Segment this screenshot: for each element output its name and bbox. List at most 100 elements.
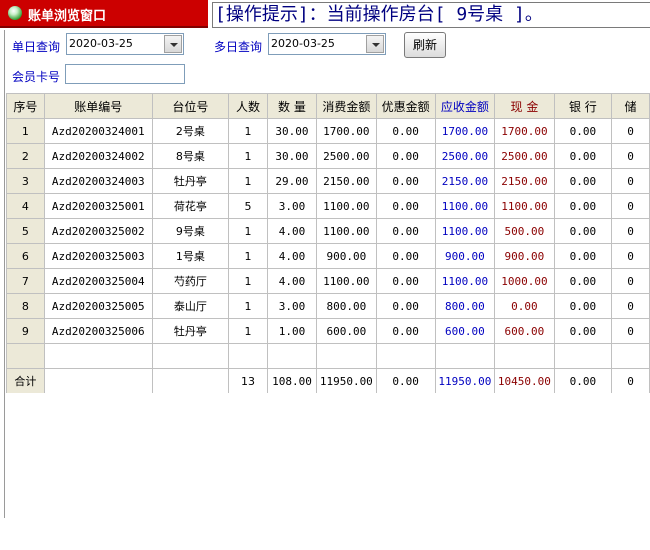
cell-quantity (266, 343, 318, 369)
cell-bank: 0.00 (553, 143, 613, 169)
table-header-row: 序号 账单编号 台位号 人数数 量消费金额 优惠金额 应收金额现 金银 行储 (6, 93, 650, 119)
member-card-input[interactable] (65, 64, 185, 84)
cell-bank: 0.00 (553, 368, 613, 393)
col-header-discount[interactable]: 优惠金额 (375, 93, 436, 119)
cell-receivable: 900.00 (434, 243, 496, 269)
total-row[interactable]: 合计 13 108.00 11950.00 0.00 11950.00 10450.00 0.… (6, 368, 650, 393)
table-row[interactable]: 6 Azd20200325003 1号桌 1 4.00 900.00 0.00 900.00 9… (6, 243, 650, 269)
chevron-down-icon[interactable] (366, 35, 384, 53)
cell-discount: 0.00 (375, 193, 436, 219)
cell-stored: 0 (611, 268, 650, 294)
table-row[interactable]: 9 Azd20200325006 牡丹亭 1 1.00 600.00 0.00 600.00 6… (6, 318, 650, 344)
cell-stored (611, 343, 650, 369)
cell-cash: 900.00 (494, 243, 555, 269)
cell-table-no: 泰山厅 (151, 293, 230, 319)
cell-index: 3 (6, 168, 45, 194)
col-header-quantity[interactable]: 数 量 (266, 93, 318, 119)
cell-quantity: 3.00 (266, 293, 318, 319)
app-icon (8, 6, 22, 20)
single-day-date-picker[interactable]: 2020-03-25 (66, 33, 184, 55)
cell-bill-no (43, 368, 153, 393)
cell-receivable: 800.00 (434, 293, 496, 319)
cell-guests: 1 (228, 293, 268, 319)
cell-index: 6 (6, 243, 45, 269)
cell-stored: 0 (611, 293, 650, 319)
cell-stored: 0 (611, 243, 650, 269)
table-row[interactable]: 3 Azd20200324003 牡丹亭 1 29.00 2150.00 0.00 2150.… (6, 168, 650, 194)
cell-consumption: 600.00 (316, 318, 377, 344)
cell-bank: 0.00 (553, 218, 613, 244)
cell-table-no: 1号桌 (151, 243, 230, 269)
cell-guests: 5 (228, 193, 268, 219)
table-row[interactable]: 1 Azd20200324001 2号桌 1 30.00 1700.00 0.00 1700.… (6, 118, 650, 144)
cell-bill-no: Azd20200325005 (43, 293, 153, 319)
col-header-index[interactable]: 序号 (6, 93, 45, 119)
cell-discount: 0.00 (375, 218, 436, 244)
cell-receivable: 1100.00 (434, 268, 496, 294)
cell-receivable: 600.00 (434, 318, 496, 344)
cell-stored: 0 (611, 168, 650, 194)
cell-table-no: 荷花亭 (151, 193, 230, 219)
window-title: 账单浏览窗口 (28, 9, 107, 24)
cell-table-no (151, 343, 230, 369)
cell-cash: 1100.00 (494, 193, 555, 219)
cell-cash: 600.00 (494, 318, 555, 344)
cell-receivable: 11950.00 (434, 368, 496, 393)
empty-row[interactable] (6, 343, 650, 369)
cell-consumption: 11950.00 (316, 368, 377, 393)
cell-table-no: 9号桌 (151, 218, 230, 244)
cell-receivable: 1100.00 (434, 193, 496, 219)
cell-cash: 1000.00 (494, 268, 555, 294)
chevron-down-icon[interactable] (164, 35, 182, 53)
cell-cash: 0.00 (494, 293, 555, 319)
cell-stored: 0 (611, 193, 650, 219)
cell-bank: 0.00 (553, 243, 613, 269)
table-row[interactable]: 5 Azd20200325002 9号桌 1 4.00 1100.00 0.00 1100.0… (6, 218, 650, 244)
col-header-cash[interactable]: 现 金 (494, 93, 555, 119)
cell-quantity: 4.00 (266, 218, 318, 244)
cell-consumption: 1700.00 (316, 118, 377, 144)
cell-receivable: 1700.00 (434, 118, 496, 144)
panel-border (4, 30, 5, 518)
cell-discount: 0.00 (375, 268, 436, 294)
table-row[interactable]: 7 Azd20200325004 芍药厅 1 4.00 1100.00 0.00 1100.0… (6, 268, 650, 294)
cell-guests: 1 (228, 268, 268, 294)
cell-guests: 1 (228, 243, 268, 269)
table-row[interactable]: 2 Azd20200324002 8号桌 1 30.00 2500.00 0.00 2500.… (6, 143, 650, 169)
cell-bank: 0.00 (553, 293, 613, 319)
cell-receivable: 2500.00 (434, 143, 496, 169)
cell-index: 9 (6, 318, 45, 344)
cell-consumption: 1100.00 (316, 268, 377, 294)
col-header-bill-no[interactable]: 账单编号 (43, 93, 153, 119)
cell-discount: 0.00 (375, 118, 436, 144)
cell-consumption: 1100.00 (316, 193, 377, 219)
cell-bank: 0.00 (553, 318, 613, 344)
cell-cash: 1700.00 (494, 118, 555, 144)
cell-bank: 0.00 (553, 268, 613, 294)
cell-consumption: 800.00 (316, 293, 377, 319)
cell-index (6, 343, 45, 369)
col-header-guests[interactable]: 人数 (228, 93, 268, 119)
table-row[interactable]: 4 Azd20200325001 荷花亭 5 3.00 1100.00 0.00 1100.0… (6, 193, 650, 219)
col-header-bank[interactable]: 银 行 (553, 93, 613, 119)
cell-index: 5 (6, 218, 45, 244)
cell-table-no: 8号桌 (151, 143, 230, 169)
cell-consumption: 2500.00 (316, 143, 377, 169)
col-header-consumption[interactable]: 消费金额 (316, 93, 377, 119)
cell-cash: 10450.00 (494, 368, 555, 393)
table-row[interactable]: 8 Azd20200325005 泰山厅 1 3.00 800.00 0.00 800.00 0… (6, 293, 650, 319)
refresh-button[interactable]: 刷新 (404, 32, 446, 58)
cell-bill-no: Azd20200325001 (43, 193, 153, 219)
cell-quantity: 3.00 (266, 193, 318, 219)
col-header-stored[interactable]: 储 (611, 93, 650, 119)
cell-index: 7 (6, 268, 45, 294)
cell-index: 1 (6, 118, 45, 144)
col-header-table-no[interactable]: 台位号 (151, 93, 230, 119)
cell-bank: 0.00 (553, 193, 613, 219)
cell-index: 合计 (6, 368, 45, 393)
col-header-receivable[interactable]: 应收金额 (434, 93, 496, 119)
cell-table-no: 牡丹亭 (151, 318, 230, 344)
multi-day-date-picker[interactable]: 2020-03-25 (268, 33, 386, 55)
cell-receivable: 2150.00 (434, 168, 496, 194)
cell-stored: 0 (611, 143, 650, 169)
